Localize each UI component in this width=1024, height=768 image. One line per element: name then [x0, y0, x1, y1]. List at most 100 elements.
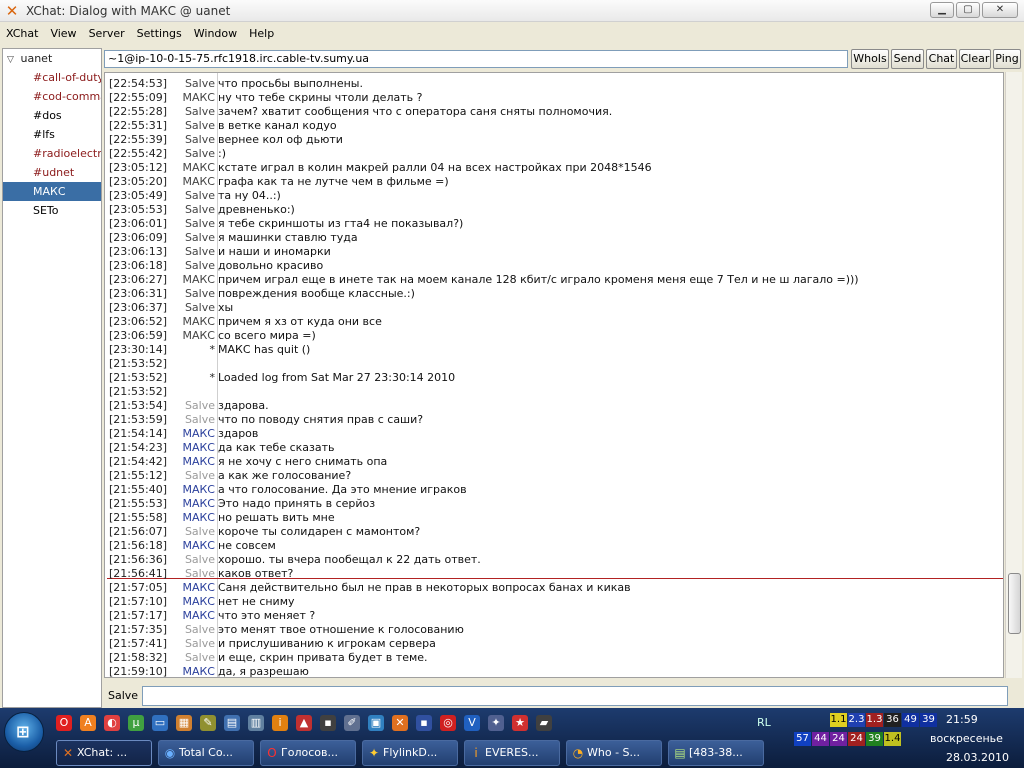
tray-monitor-badge[interactable]: 2.3 [848, 713, 865, 727]
tray-monitor-badge[interactable]: 36 [884, 713, 901, 727]
message-nick[interactable]: МАКС [169, 581, 215, 595]
message-nick[interactable]: * [169, 371, 216, 385]
opera-icon[interactable]: O [56, 715, 72, 731]
tv-icon[interactable]: ▰ [536, 715, 552, 731]
tray-monitor-badge[interactable]: 39 [866, 732, 883, 746]
film-icon[interactable]: ▣ [368, 715, 384, 731]
menu-view[interactable]: View [44, 24, 82, 44]
message-nick[interactable]: МАКС [169, 455, 215, 469]
chat-scrollbar[interactable] [1005, 72, 1022, 678]
message-nick[interactable]: Salve [169, 623, 215, 637]
message-nick[interactable]: Salve [169, 203, 215, 217]
taskbar-button[interactable]: O Голосов... [260, 740, 356, 766]
message-nick[interactable]: МАКС [169, 595, 215, 609]
message-nick[interactable]: МАКС [169, 161, 215, 175]
message-nick[interactable]: Salve [169, 469, 215, 483]
tree-channel-item[interactable]: #radioelectroi [3, 144, 101, 163]
message-nick[interactable]: МАКС [169, 609, 215, 623]
nick-button[interactable]: Salve [108, 688, 138, 704]
message-nick[interactable]: Salve [169, 119, 215, 133]
tree-channel-item[interactable]: SETo [3, 201, 101, 220]
message-nick[interactable]: Salve [169, 259, 215, 273]
ping-button[interactable]: Ping [993, 49, 1021, 69]
tray-monitor-badge[interactable]: 44 [812, 732, 829, 746]
tray-monitor-badge[interactable]: 1.3 [866, 713, 883, 727]
chat-button[interactable]: Chat [926, 49, 957, 69]
message-nick[interactable]: МАКС [169, 539, 215, 553]
paint-icon[interactable]: ✦ [488, 715, 504, 731]
monitor-icon[interactable]: ▭ [152, 715, 168, 731]
start-button[interactable]: ⊞ [4, 712, 44, 752]
menu-help[interactable]: Help [243, 24, 280, 44]
message-nick[interactable]: МАКС [169, 427, 215, 441]
message-nick[interactable]: Salve [169, 189, 215, 203]
xchat-ql-icon[interactable]: ✕ [392, 715, 408, 731]
message-nick[interactable]: Salve [169, 77, 215, 91]
message-nick[interactable]: МАКС [169, 273, 215, 287]
taskbar-button[interactable]: ✕ XChat: ... [56, 740, 152, 766]
editor-icon[interactable]: ✐ [344, 715, 360, 731]
message-nick[interactable]: Salve [169, 413, 215, 427]
acrobat-icon[interactable]: ▲ [296, 715, 312, 731]
message-nick[interactable]: МАКС [169, 315, 215, 329]
clear-button[interactable]: Clear [959, 49, 991, 69]
tree-channel-item[interactable]: #dos [3, 106, 101, 125]
minimize-button[interactable]: ▁ [930, 2, 954, 18]
taskbar-button[interactable]: ▤ [483-38... [668, 740, 764, 766]
send-button[interactable]: Send [891, 49, 924, 69]
calc-icon[interactable]: ▥ [248, 715, 264, 731]
message-nick[interactable]: Salve [169, 231, 215, 245]
tray-monitor-badge[interactable]: 57 [794, 732, 811, 746]
save-icon[interactable]: ▪ [416, 715, 432, 731]
language-indicator[interactable]: RL [757, 716, 771, 729]
scrollbar-thumb[interactable] [1008, 573, 1021, 634]
message-nick[interactable]: Salve [169, 567, 215, 581]
lifebuoy-icon[interactable]: ◎ [440, 715, 456, 731]
message-nick[interactable]: МАКС [169, 483, 215, 497]
message-nick[interactable]: МАКС [169, 329, 215, 343]
taskbar-button[interactable]: ◔ Who - S... [566, 740, 662, 766]
message-nick[interactable]: Salve [169, 301, 215, 315]
whois-button[interactable]: WhoIs [851, 49, 889, 69]
message-input[interactable] [142, 686, 1008, 706]
tray-monitor-badge[interactable]: 49 [902, 713, 919, 727]
message-nick[interactable]: Salve [169, 525, 215, 539]
message-nick[interactable]: Salve [169, 147, 215, 161]
message-nick[interactable]: Salve [169, 651, 215, 665]
archive-icon[interactable]: ▦ [176, 715, 192, 731]
cpu-icon[interactable]: ◐ [104, 715, 120, 731]
tree-channel-item[interactable]: #call-of-duty [3, 68, 101, 87]
star-icon[interactable]: ★ [512, 715, 528, 731]
tree-channel-item[interactable]: МАКС [3, 182, 101, 201]
collapse-arrow-icon[interactable]: ▽ [7, 51, 17, 68]
taskbar-button[interactable]: ◉ Total Co... [158, 740, 254, 766]
menu-settings[interactable]: Settings [131, 24, 188, 44]
topic-field[interactable]: ~1@ip-10-0-15-75.rfc1918.irc.cable-tv.su… [104, 50, 848, 68]
tray-monitor-badge[interactable]: 1.4 [884, 732, 901, 746]
menu-xchat[interactable]: XChat [0, 24, 44, 44]
message-nick[interactable]: Salve [169, 105, 215, 119]
utorrent-icon[interactable]: μ [128, 715, 144, 731]
message-nick[interactable]: Salve [169, 245, 215, 259]
info-icon[interactable]: i [272, 715, 288, 731]
message-nick[interactable]: Salve [169, 399, 215, 413]
message-nick[interactable]: Salve [169, 287, 215, 301]
tray-monitor-badge[interactable]: 24 [830, 732, 847, 746]
message-nick[interactable]: МАКС [169, 511, 215, 525]
tree-channel-item[interactable]: #udnet [3, 163, 101, 182]
close-button[interactable]: ✕ [982, 2, 1018, 18]
message-nick[interactable]: МАКС [169, 665, 215, 677]
tools-icon[interactable]: ✎ [200, 715, 216, 731]
menu-window[interactable]: Window [188, 24, 243, 44]
tree-server[interactable]: ▽ uanet [3, 49, 101, 68]
tray-monitor-badge[interactable]: 39 [920, 713, 937, 727]
tray-monitor-badge[interactable]: 1.1 [830, 713, 847, 727]
message-nick[interactable]: МАКС [169, 441, 215, 455]
tree-channel-item[interactable]: #lfs [3, 125, 101, 144]
tray-monitor-badge[interactable]: 24 [848, 732, 865, 746]
clock-time[interactable]: 21:59 [946, 713, 978, 726]
message-nick[interactable]: МАКС [169, 175, 215, 189]
message-nick[interactable]: Salve [169, 637, 215, 651]
chat-log[interactable]: [22:54:53] Salve что просьбы выполнены. [22… [104, 72, 1004, 678]
maximize-button[interactable]: ▢ [956, 2, 980, 18]
